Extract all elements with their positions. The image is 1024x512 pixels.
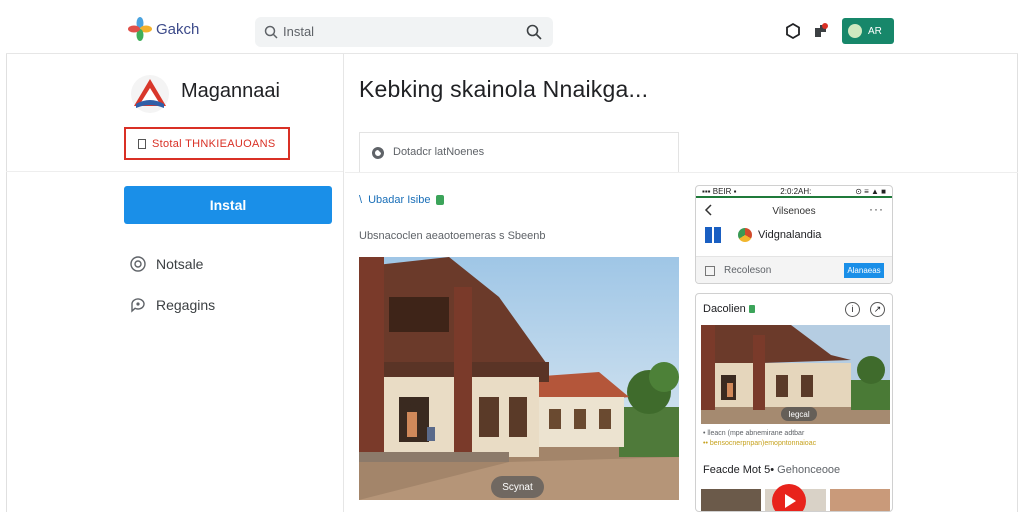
site-logo[interactable]: Gakch <box>128 17 199 41</box>
app-logo-icon <box>131 75 169 113</box>
photo-caption-pill[interactable]: Scynat <box>491 476 544 498</box>
leaf-icon <box>748 305 755 313</box>
sidebar-item-notsale[interactable]: Notsale <box>130 256 203 272</box>
share-icon[interactable]: ↗ <box>870 302 885 317</box>
phone-footer-label: Recoleson <box>724 265 772 276</box>
phone-action-button[interactable]: Alanaeas <box>844 263 884 278</box>
phone-app-bar: Vilsenoes ··· <box>696 198 892 224</box>
rating-box-icon <box>138 138 146 149</box>
frame-border-right <box>1017 8 1018 512</box>
gallery-meta-line: • lleacn (mpe abnemirane adtbar <box>703 430 805 437</box>
phone-app-row[interactable]: Vidgnalandia <box>696 224 892 252</box>
gallery-subtitle-grey: Gehonceooe <box>777 464 841 476</box>
gallery-title: Dacolien <box>703 303 755 315</box>
main-screenshot[interactable]: Scynat <box>359 257 679 500</box>
leaf-icon <box>436 195 445 205</box>
search-input[interactable]: Instal <box>283 24 314 39</box>
chevron-icon: \ <box>359 194 363 206</box>
gallery-photo-pill[interactable]: Iegcal <box>781 407 817 421</box>
status-time: 2:0:2AH: <box>780 187 812 196</box>
settings-hexagon-icon[interactable] <box>784 22 802 40</box>
top-header: Gakch Instal AR <box>6 8 1018 54</box>
app-store-page: Gakch Instal AR Magannaai Stotal THNKIEA… <box>0 0 1024 512</box>
logo-text: Gakch <box>156 20 200 38</box>
sidebar-item-label: Notsale <box>156 256 204 272</box>
building-photo <box>359 257 679 500</box>
chat-icon <box>131 298 145 313</box>
phone-footer: Recoleson Alanaeas <box>696 256 892 283</box>
app-name: Magannaai <box>181 80 280 102</box>
app-sidebar: Magannaai Stotal THNKIEAUOANS Instal Not… <box>6 54 344 512</box>
sidebar-item-label: Regagins <box>156 297 216 313</box>
review-link[interactable]: \ Ubadar Isibe <box>359 194 445 206</box>
description-box[interactable]: Dotadcr latNoenes <box>359 132 679 172</box>
search-submit-icon[interactable] <box>525 23 543 41</box>
book-icon <box>705 227 721 243</box>
gallery-photo[interactable]: Iegcal <box>701 325 890 424</box>
avatar <box>848 24 862 38</box>
badge-label: Stotal THNKIEAUOANS <box>152 137 276 150</box>
phone-preview-card[interactable]: ▪▪▪ BEIR ▪ 2:0:2AH: ⊙ ≡ ▲ ■ Vilsenoes ··… <box>695 185 893 284</box>
content-rating-badge[interactable]: Stotal THNKIEAUOANS <box>124 127 290 160</box>
search-bar[interactable]: Instal <box>255 17 553 47</box>
account-button[interactable]: AR <box>842 18 894 44</box>
target-icon <box>130 256 146 272</box>
subtitle-text: Ubsnacoclen aeaotoemeras s Sbeenb <box>359 230 546 242</box>
notifications-icon[interactable] <box>812 22 830 40</box>
install-button[interactable]: Instal <box>124 186 332 224</box>
account-label: AR <box>868 25 882 37</box>
search-icon <box>264 25 278 39</box>
gallery-card[interactable]: Dacolien i ↗ Iegcal • lleacn (mpe abnemi… <box>695 293 893 512</box>
gallery-header: Dacolien i ↗ <box>696 294 892 324</box>
gallery-subtitle-bold: Feacde Mot 5• <box>703 464 775 476</box>
thumbnail[interactable] <box>829 489 890 511</box>
thumbnail[interactable] <box>701 489 762 511</box>
gallery-title-text: Dacolien <box>703 303 746 315</box>
page-title: Kebking skainola Nnaikga... <box>359 76 649 102</box>
pinwheel-logo-icon <box>128 17 152 41</box>
phone-title: Vilsenoes <box>772 206 816 217</box>
document-icon <box>705 266 715 276</box>
sidebar-item-regagins[interactable]: Regagins <box>130 297 215 313</box>
phone-status-bar: ▪▪▪ BEIR ▪ 2:0:2AH: ⊙ ≡ ▲ ■ <box>696 186 892 198</box>
description-text: Dotadcr latNoenes <box>393 146 485 158</box>
gallery-subtitle: Feacde Mot 5• Gehonceooe <box>703 464 840 476</box>
review-link-label: Ubadar Isibe <box>368 194 431 206</box>
sidebar-divider <box>6 171 343 172</box>
play-video-icon[interactable] <box>772 484 806 511</box>
status-signal: ▪▪▪ BEIR ▪ <box>702 187 737 196</box>
gallery-meta-line-highlight: •• bensocnerpnpan)emopntonnaioac <box>703 440 817 447</box>
status-icons: ⊙ ≡ ▲ ■ <box>855 187 886 196</box>
more-options-icon[interactable]: ··· <box>869 202 884 216</box>
phone-app-name: Vidgnalandia <box>758 229 822 241</box>
app-circle-icon <box>738 228 752 242</box>
info-icon[interactable]: i <box>845 302 860 317</box>
content-divider <box>345 172 1018 173</box>
info-icon <box>372 147 384 159</box>
